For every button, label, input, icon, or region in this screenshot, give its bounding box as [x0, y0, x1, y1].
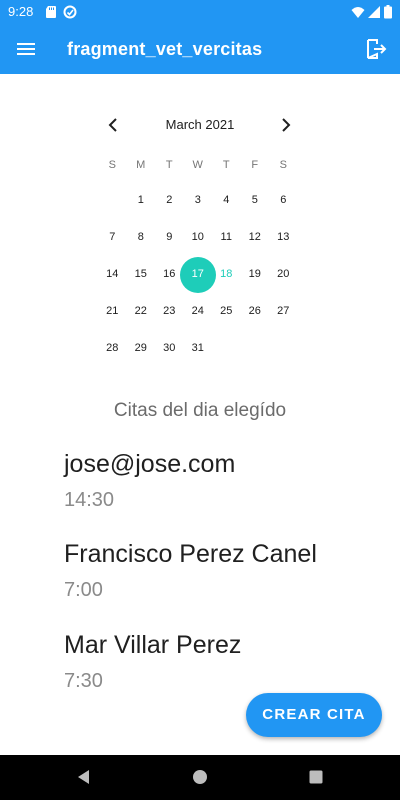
chevron-right-icon[interactable]: [273, 112, 299, 138]
calendar-day-selected[interactable]: 17: [179, 256, 216, 293]
signal-icon: [368, 6, 380, 18]
home-icon[interactable]: [190, 767, 210, 787]
calendar-day[interactable]: 5: [241, 182, 270, 219]
calendar-day-today[interactable]: 18: [212, 256, 241, 293]
calendar-day-selected-label: 17: [191, 268, 204, 280]
calendar-day[interactable]: 7: [98, 219, 127, 256]
appointment-time: 7:30: [64, 670, 103, 692]
calendar-month-label: March 2021: [165, 117, 235, 132]
system-nav-bar: [0, 755, 400, 800]
list-item[interactable]: jose@jose.com 14:30: [64, 450, 235, 512]
back-icon[interactable]: [74, 767, 94, 787]
calendar-day: [269, 330, 298, 367]
calendar-day[interactable]: 4: [212, 182, 241, 219]
weekday-label: S: [108, 159, 116, 171]
calendar-day[interactable]: 24: [184, 293, 213, 330]
calendar-day[interactable]: 25: [212, 293, 241, 330]
calendar-week: 21 22 23 24 25 26 27: [98, 293, 298, 330]
calendar-day[interactable]: 11: [212, 219, 241, 256]
calendar-day[interactable]: 15: [127, 256, 156, 293]
app-bar: fragment_vet_vercitas: [0, 24, 400, 74]
calendar-day[interactable]: 13: [269, 219, 298, 256]
calendar-day: [241, 330, 270, 367]
recents-icon[interactable]: [306, 767, 326, 787]
weekday-label: S: [279, 159, 287, 171]
calendar-day[interactable]: 21: [98, 293, 127, 330]
calendar-day[interactable]: 31: [184, 330, 213, 367]
sd-card-icon: [46, 6, 56, 18]
appointment-time: 7:00: [64, 579, 103, 601]
calendar-day[interactable]: 3: [184, 182, 213, 219]
calendar-day[interactable]: 19: [241, 256, 270, 293]
calendar: March 2021 S M T W T F S 1 2 3 4 5 6 7 8…: [0, 100, 400, 370]
weekday-label: M: [136, 159, 146, 171]
calendar-day[interactable]: 14: [98, 256, 127, 293]
calendar-day: [212, 330, 241, 367]
weekday-label: T: [165, 159, 173, 171]
wifi-icon: [351, 7, 365, 18]
appointment-name: jose@jose.com: [64, 450, 236, 478]
calendar-week: 28 29 30 31: [98, 330, 298, 367]
calendar-grid: S M T W T F S 1 2 3 4 5 6 7 8 9 10 11 12…: [98, 148, 298, 367]
calendar-day[interactable]: 6: [269, 182, 298, 219]
weekday-label: W: [192, 159, 203, 171]
appointment-name: Francisco Perez Canel: [64, 540, 317, 568]
calendar-day[interactable]: 8: [127, 219, 156, 256]
calendar-week: 1 2 3 4 5 6: [98, 182, 298, 219]
calendar-day[interactable]: 22: [127, 293, 156, 330]
list-item[interactable]: Mar Villar Perez 7:30: [64, 631, 241, 693]
calendar-day[interactable]: 2: [155, 182, 184, 219]
calendar-day[interactable]: 23: [155, 293, 184, 330]
calendar-day[interactable]: 20: [269, 256, 298, 293]
appointment-name: Mar Villar Perez: [64, 631, 242, 659]
logout-icon[interactable]: [362, 35, 390, 63]
list-item[interactable]: Francisco Perez Canel 7:00: [64, 540, 317, 602]
calendar-day[interactable]: 28: [98, 330, 127, 367]
calendar-week: 7 8 9 10 11 12 13: [98, 219, 298, 256]
hamburger-menu-icon[interactable]: [10, 34, 42, 64]
calendar-day[interactable]: 26: [241, 293, 270, 330]
app-title: fragment_vet_vercitas: [67, 39, 263, 59]
status-bar: 9:28: [0, 0, 400, 24]
data-saver-icon: [63, 5, 77, 19]
weekday-label: F: [251, 159, 259, 171]
status-time: 9:28: [8, 4, 34, 19]
calendar-day: [98, 182, 127, 219]
create-appointment-button[interactable]: CREAR CITA: [246, 693, 382, 737]
calendar-day[interactable]: 29: [127, 330, 156, 367]
weekday-label: T: [222, 159, 230, 171]
calendar-day[interactable]: 1: [127, 182, 156, 219]
calendar-day[interactable]: 9: [155, 219, 184, 256]
appointments-list-title: Citas del dia elegído: [113, 400, 287, 421]
calendar-day[interactable]: 12: [241, 219, 270, 256]
appointment-time: 14:30: [64, 489, 115, 511]
calendar-weekday-header: S M T W T F S: [98, 148, 298, 182]
battery-icon: [384, 5, 392, 19]
calendar-day[interactable]: 10: [184, 219, 213, 256]
calendar-week: 14 15 16 17 18 19 20: [98, 256, 298, 293]
calendar-day[interactable]: 30: [155, 330, 184, 367]
calendar-day[interactable]: 27: [269, 293, 298, 330]
